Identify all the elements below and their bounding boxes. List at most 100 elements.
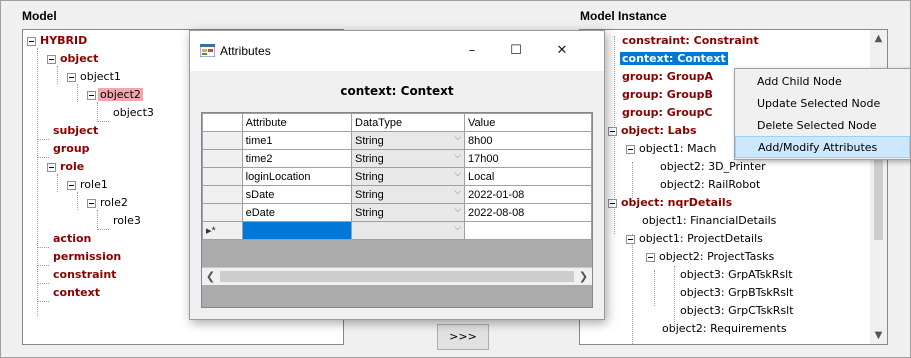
attribute-cell[interactable]: eDate <box>241 203 353 222</box>
table-row[interactable]: sDate String ⌵ 2022-01-08 <box>202 185 592 204</box>
attribute-cell[interactable]: sDate <box>241 185 353 204</box>
collapse-icon[interactable] <box>608 198 617 208</box>
new-datatype-cell[interactable]: ⌵ <box>350 221 466 240</box>
instance-node-constraint[interactable]: constraint: Constraint <box>620 32 761 50</box>
instance-node-projecttasks[interactable]: object2: ProjectTasks <box>646 248 776 266</box>
datatype-cell[interactable]: String ⌵ <box>350 149 466 168</box>
collapse-icon[interactable] <box>47 162 56 172</box>
collapse-icon[interactable] <box>67 72 76 82</box>
attributes-grid[interactable]: Attribute DataType Value time1 String ⌵ 8… <box>201 112 593 308</box>
collapse-icon[interactable] <box>608 126 617 136</box>
chevron-down-icon[interactable]: ⌵ <box>454 222 461 233</box>
new-row[interactable]: ▸* ⌵ <box>202 221 592 240</box>
collapse-icon[interactable] <box>626 234 635 244</box>
collapse-icon[interactable] <box>87 198 96 208</box>
new-attribute-cell[interactable] <box>241 221 353 240</box>
tree-node-hybrid[interactable]: HYBRID <box>27 32 89 50</box>
row-header[interactable] <box>202 203 243 222</box>
tree-node-action[interactable]: action <box>51 230 93 248</box>
value-cell[interactable]: Local <box>464 167 592 186</box>
attribute-cell[interactable]: time1 <box>241 131 353 150</box>
menu-add-child-node[interactable]: Add Child Node <box>735 71 910 93</box>
instance-node-mach[interactable]: object1: Mach <box>626 140 718 158</box>
row-header-corner <box>202 113 243 132</box>
instance-node-projectdetails[interactable]: object1: ProjectDetails <box>626 230 765 248</box>
instance-node-nqrdetails[interactable]: object: nqrDetails <box>608 194 734 212</box>
menu-add-modify-attributes[interactable]: Add/Modify Attributes <box>735 136 910 158</box>
datatype-cell[interactable]: String ⌵ <box>350 131 466 150</box>
table-row[interactable]: loginLocation String ⌵ Local <box>202 167 592 186</box>
collapse-icon[interactable] <box>626 144 635 154</box>
grid-horizontal-scrollbar[interactable]: ❮ ❯ <box>202 267 592 285</box>
instance-node-financialdetails[interactable]: object1: FinancialDetails <box>640 212 778 230</box>
table-row[interactable]: time1 String ⌵ 8h00 <box>202 131 592 150</box>
instance-node-labs[interactable]: object: Labs <box>608 122 699 140</box>
instance-node-3dprinter[interactable]: object2: 3D_Printer <box>658 158 768 176</box>
value-cell[interactable]: 17h00 <box>464 149 592 168</box>
tree-node-group[interactable]: group <box>51 140 92 158</box>
tree-node-role2[interactable]: role2 <box>87 194 130 212</box>
row-header[interactable] <box>202 149 243 168</box>
instance-node-groupc[interactable]: group: GroupC <box>620 104 715 122</box>
chevron-down-icon[interactable]: ⌵ <box>454 132 461 143</box>
new-value-cell[interactable] <box>464 221 592 240</box>
collapse-icon[interactable] <box>27 36 36 46</box>
chevron-down-icon[interactable]: ⌵ <box>454 204 461 215</box>
column-header-attribute[interactable]: Attribute <box>241 113 353 132</box>
scroll-thumb[interactable] <box>220 271 574 282</box>
chevron-down-icon[interactable]: ⌵ <box>454 186 461 197</box>
scroll-left-icon[interactable]: ❮ <box>202 268 219 285</box>
table-row[interactable]: eDate String ⌵ 2022-08-08 <box>202 203 592 222</box>
column-header-value[interactable]: Value <box>464 113 592 132</box>
column-header-datatype[interactable]: DataType <box>350 113 466 132</box>
scroll-right-icon[interactable]: ❯ <box>575 268 592 285</box>
attribute-cell[interactable]: loginLocation <box>241 167 353 186</box>
scroll-up-icon[interactable]: ▲ <box>870 30 887 47</box>
dialog-titlebar[interactable]: Attributes – ☐ ✕ <box>190 31 604 71</box>
row-header[interactable] <box>202 131 243 150</box>
scroll-down-icon[interactable]: ▼ <box>870 327 887 344</box>
instance-node-groupb[interactable]: group: GroupB <box>620 86 715 104</box>
minimize-button[interactable]: – <box>452 39 492 63</box>
row-header[interactable] <box>202 167 243 186</box>
collapse-icon[interactable] <box>87 90 96 100</box>
tree-node-object1[interactable]: object1 <box>67 68 123 86</box>
attribute-cell[interactable]: time2 <box>241 149 353 168</box>
collapse-icon[interactable] <box>646 252 655 262</box>
instance-node-grpctskrslt[interactable]: object3: GrpCTskRslt <box>678 302 796 320</box>
grid-header-row: Attribute DataType Value <box>202 113 592 132</box>
instance-node-railrobot[interactable]: object2: RailRobot <box>658 176 762 194</box>
collapse-icon[interactable] <box>67 180 76 190</box>
instance-node-grpatskrslt[interactable]: object3: GrpATskRslt <box>678 266 795 284</box>
datatype-cell[interactable]: String ⌵ <box>350 167 466 186</box>
tree-node-object3[interactable]: object3 <box>111 104 156 122</box>
tree-node-role[interactable]: role <box>47 158 86 176</box>
tree-node-subject[interactable]: subject <box>51 122 100 140</box>
value-cell[interactable]: 2022-01-08 <box>464 185 592 204</box>
menu-update-selected-node[interactable]: Update Selected Node <box>735 93 910 115</box>
tree-node-role1[interactable]: role1 <box>67 176 110 194</box>
chevron-down-icon[interactable]: ⌵ <box>454 168 461 179</box>
tree-node-object2[interactable]: object2 <box>87 86 143 104</box>
datatype-cell[interactable]: String ⌵ <box>350 185 466 204</box>
tree-node-permission[interactable]: permission <box>51 248 123 266</box>
collapse-icon[interactable] <box>47 54 56 64</box>
tree-node-role3[interactable]: role3 <box>111 212 143 230</box>
chevron-down-icon[interactable]: ⌵ <box>454 150 461 161</box>
instance-node-groupa[interactable]: group: GroupA <box>620 68 715 86</box>
instance-node-grpbtskrslt[interactable]: object3: GrpBTskRslt <box>678 284 795 302</box>
row-header[interactable] <box>202 185 243 204</box>
maximize-button[interactable]: ☐ <box>496 39 536 63</box>
transfer-button[interactable]: >>> <box>437 324 489 350</box>
value-cell[interactable]: 2022-08-08 <box>464 203 592 222</box>
datatype-cell[interactable]: String ⌵ <box>350 203 466 222</box>
instance-node-context[interactable]: context: Context <box>620 50 728 68</box>
tree-node-object[interactable]: object <box>47 50 100 68</box>
value-cell[interactable]: 8h00 <box>464 131 592 150</box>
menu-delete-selected-node[interactable]: Delete Selected Node <box>735 115 910 137</box>
tree-node-constraint[interactable]: constraint <box>51 266 118 284</box>
instance-node-requirements[interactable]: object2: Requirements <box>660 320 789 338</box>
tree-node-context[interactable]: context <box>51 284 102 302</box>
table-row[interactable]: time2 String ⌵ 17h00 <box>202 149 592 168</box>
close-button[interactable]: ✕ <box>542 39 582 63</box>
